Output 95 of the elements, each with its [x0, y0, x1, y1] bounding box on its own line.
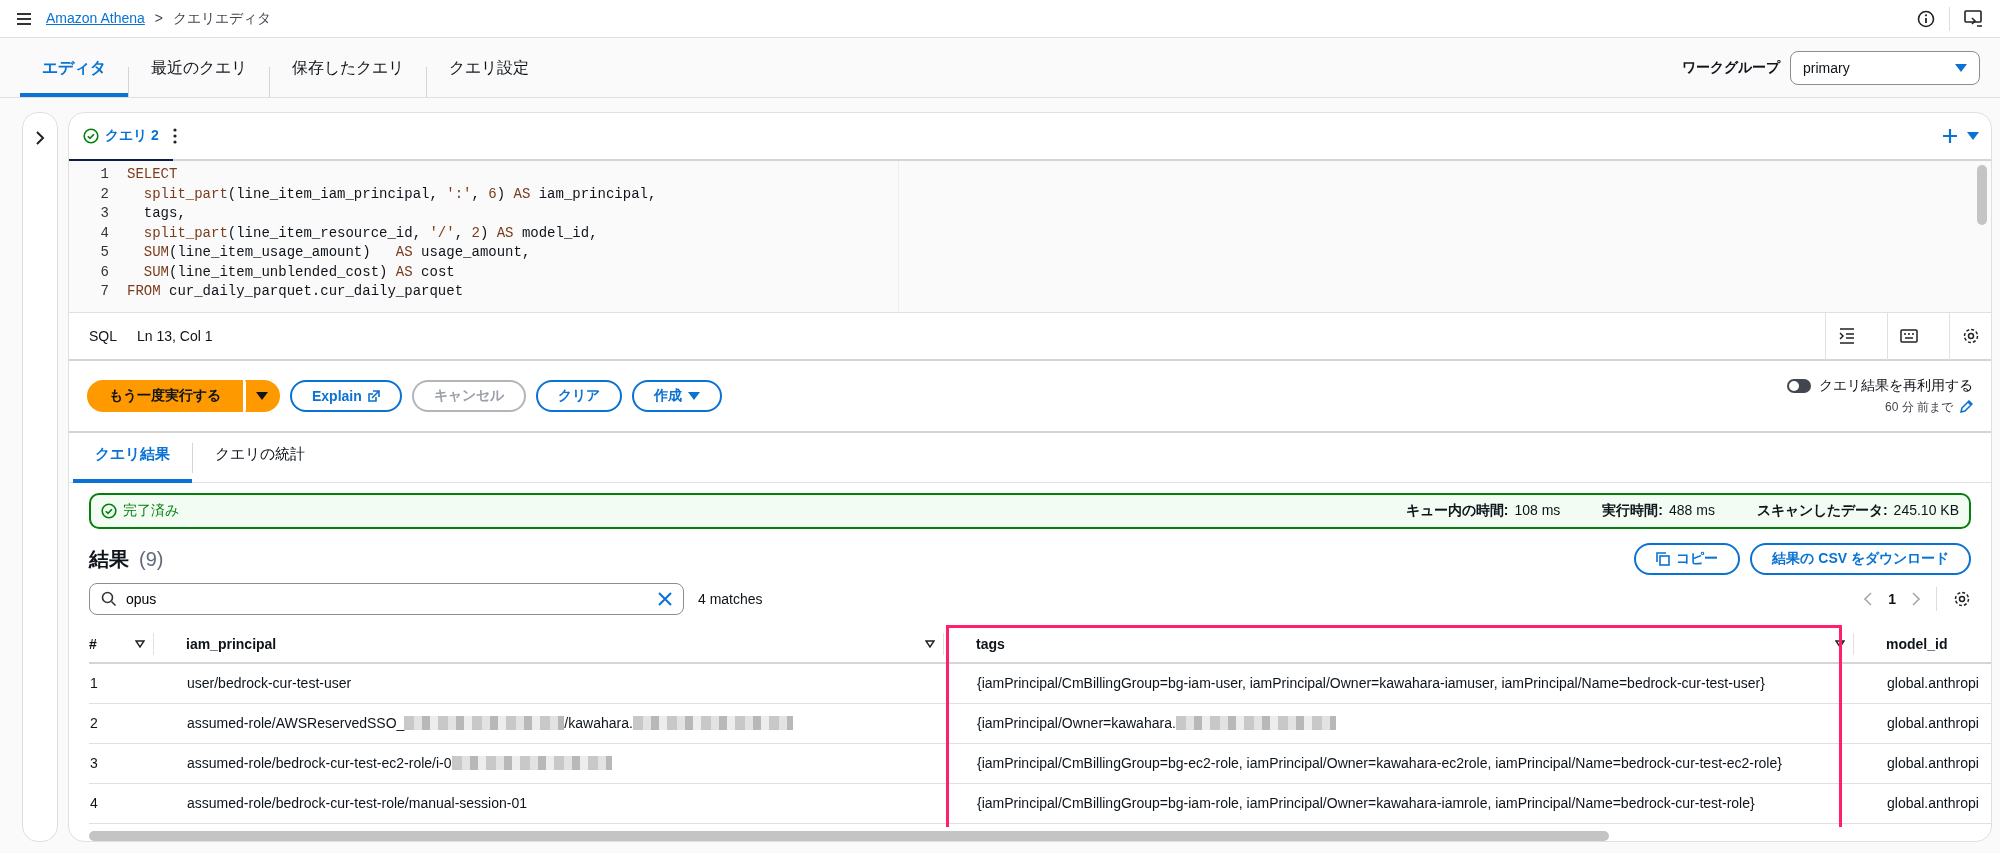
table-cell: {iamPrincipal/CmBillingGroup=bg-iam-user, iamPrincipal/Owner=kawahara-iamuser, iamPrincipal/Name=bedrock-cur-test-user}: [977, 675, 1765, 692]
pencil-icon[interactable]: [1959, 400, 1973, 414]
success-check-icon: [101, 503, 117, 519]
code-line: SUM(line_item_unblended_cost) AS cost: [142, 262, 456, 282]
editor-tab[interactable]: 最近のクエリ: [129, 46, 269, 97]
caret-down-icon: [1955, 63, 1967, 72]
table-cell: 2: [90, 715, 98, 731]
run-options-button[interactable]: [245, 380, 280, 412]
caret-down-icon: [687, 392, 700, 400]
external-link-icon: [367, 390, 380, 402]
toggle-switch[interactable]: [1787, 378, 1811, 393]
table-cell: assumed-role/AWSReservedSSO_: [187, 715, 405, 731]
toggle-label: クエリ結果を再利用する: [1819, 376, 1973, 395]
workgroup-label: ワークグループ: [1682, 58, 1780, 77]
stat-value: 488 ms: [1669, 502, 1715, 520]
column-header[interactable]: #: [89, 635, 97, 652]
cursor-position: Ln 13, Col 1: [137, 328, 213, 344]
table-cell: global.anthropi: [1887, 755, 1979, 771]
success-check-icon: [83, 128, 99, 144]
table-cell: assumed-role/bedrock-cur-test-role/manual-session-01: [187, 795, 528, 811]
explain-button[interactable]: Explain: [290, 380, 402, 412]
scrollbar[interactable]: [89, 831, 1609, 841]
table-cell: global.anthropi: [1887, 795, 1979, 811]
page-number[interactable]: 1: [1888, 591, 1896, 607]
indent-icon[interactable]: [1837, 327, 1856, 345]
terminal-icon[interactable]: [1964, 9, 1984, 28]
stat-label: キュー内の時間:: [1405, 502, 1509, 520]
results-count: (9): [139, 547, 164, 571]
editor-tab[interactable]: クエリ設定: [427, 46, 551, 97]
sort-icon[interactable]: [135, 639, 145, 648]
run-again-button[interactable]: もう一度実行する: [87, 380, 243, 412]
table-cell: 4: [90, 795, 98, 811]
breadcrumb-current: クエリエディタ: [173, 9, 272, 28]
match-count: 4 matches: [698, 591, 763, 607]
editor-tab[interactable]: 保存したクエリ: [270, 46, 426, 97]
code-line: split_part(line_item_resource_id, '/', 2) AS model_id,: [142, 223, 599, 243]
table-cell: {iamPrincipal/CmBillingGroup=bg-iam-role, iamPrincipal/Owner=kawahara-iamrole, iamPrincipal/Name=bedrock-cur-test-role}: [977, 795, 1755, 811]
code-line: split_part(line_item_iam_principal, ':', 6) AS iam_principal,: [142, 184, 658, 204]
search-field[interactable]: opus: [89, 583, 684, 615]
clear-icon[interactable]: [658, 592, 672, 606]
stat-label: スキャンしたデータ:: [1756, 502, 1888, 520]
line-number: 3: [99, 204, 109, 223]
settings-icon[interactable]: [1953, 590, 1971, 608]
stat-value: 108 ms: [1514, 502, 1561, 520]
status-label: 完了済み: [123, 502, 179, 520]
copy-button[interactable]: コピー: [1634, 543, 1741, 575]
results-title: 結果: [89, 546, 129, 572]
settings-icon[interactable]: [1961, 327, 1980, 345]
workgroup-select[interactable]: primary: [1790, 50, 1980, 85]
editor-tab[interactable]: エディタ: [20, 46, 128, 97]
info-icon[interactable]: [1917, 9, 1935, 28]
caret-down-icon[interactable]: [1967, 132, 1979, 140]
chevron-right-icon[interactable]: [35, 131, 45, 145]
add-icon[interactable]: [1943, 129, 1957, 143]
table-cell: /kawahara.: [564, 715, 633, 731]
table-cell: global.anthropi: [1887, 715, 1979, 731]
language-label: SQL: [89, 328, 117, 344]
copy-icon: [1656, 552, 1671, 566]
sort-icon[interactable]: [925, 639, 935, 648]
table-cell: {iamPrincipal/Owner=kawahara.: [977, 715, 1176, 731]
line-number: 7: [99, 282, 109, 301]
menu-icon[interactable]: [16, 11, 32, 26]
create-button[interactable]: 作成: [631, 380, 722, 412]
line-number: 4: [99, 223, 109, 243]
reuse-duration: 60 分 前まで: [1885, 398, 1953, 416]
caret-down-icon: [256, 392, 268, 400]
line-number: 5: [99, 243, 109, 262]
download-csv-button[interactable]: 結果の CSV をダウンロード: [1750, 543, 1971, 575]
code-line: tags,: [142, 204, 187, 223]
breadcrumb-separator: >: [154, 9, 164, 28]
code-line: SUM(line_item_usage_amount) AS usage_amount,: [142, 243, 532, 262]
column-header[interactable]: iam_principal: [154, 635, 277, 652]
results-tab[interactable]: クエリの統計: [193, 432, 327, 483]
table-cell: 3: [90, 755, 98, 771]
sort-icon[interactable]: [1835, 639, 1845, 648]
table-cell: assumed-role/bedrock-cur-test-ec2-role/i-0: [187, 755, 452, 771]
line-number: 2: [99, 184, 109, 204]
table-cell: user/bedrock-cur-test-user: [187, 675, 352, 692]
code-line: SELECT: [127, 165, 179, 184]
results-tab[interactable]: クエリ結果: [73, 432, 192, 483]
more-vertical-icon[interactable]: [172, 128, 177, 144]
column-header[interactable]: model_id: [1854, 635, 1948, 652]
table-cell: {iamPrincipal/CmBillingGroup=bg-ec2-role, iamPrincipal/Owner=kawahara-ec2role, iamPrincipal/Name=bedrock-cur-test-ec2-role}: [977, 755, 1782, 771]
table-cell: 1: [90, 675, 98, 692]
table-cell: global.anthropi: [1887, 675, 1979, 692]
keyboard-icon[interactable]: [1899, 327, 1918, 345]
line-number: 1: [99, 165, 109, 184]
breadcrumb-link[interactable]: Amazon Athena: [46, 9, 145, 28]
action-button[interactable]: クリア: [535, 380, 622, 412]
column-header[interactable]: tags: [944, 635, 1005, 652]
scrollbar[interactable]: [1977, 165, 1987, 225]
stat-value: 245.10 KB: [1893, 502, 1959, 520]
line-number: 6: [99, 262, 109, 282]
code-line: FROM cur_daily_parquet.cur_daily_parquet: [127, 282, 465, 301]
stat-label: 実行時間:: [1602, 502, 1663, 520]
